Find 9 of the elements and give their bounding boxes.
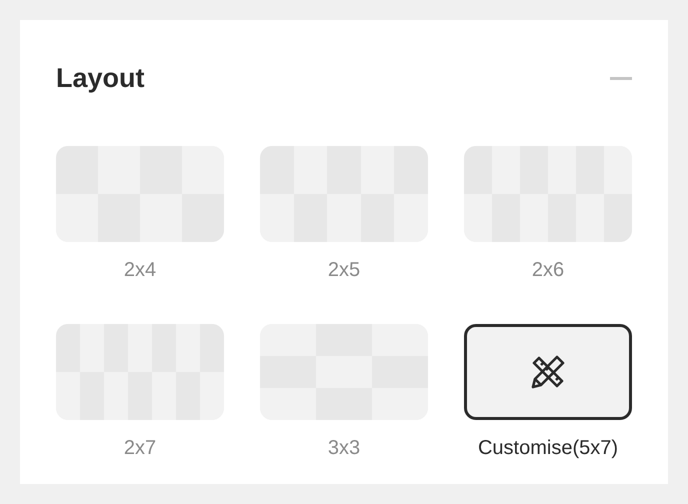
layout-label: 2x5 [328, 258, 360, 282]
layout-label: 2x6 [532, 258, 564, 282]
minus-icon [610, 76, 632, 80]
layout-preview[interactable] [464, 324, 632, 420]
layout-label: 3x3 [328, 436, 360, 460]
layout-label: 2x7 [124, 436, 156, 460]
panel-title: Layout [56, 62, 145, 94]
layout-label: Customise(5x7) [478, 436, 618, 460]
layout-label: 2x4 [124, 258, 156, 282]
